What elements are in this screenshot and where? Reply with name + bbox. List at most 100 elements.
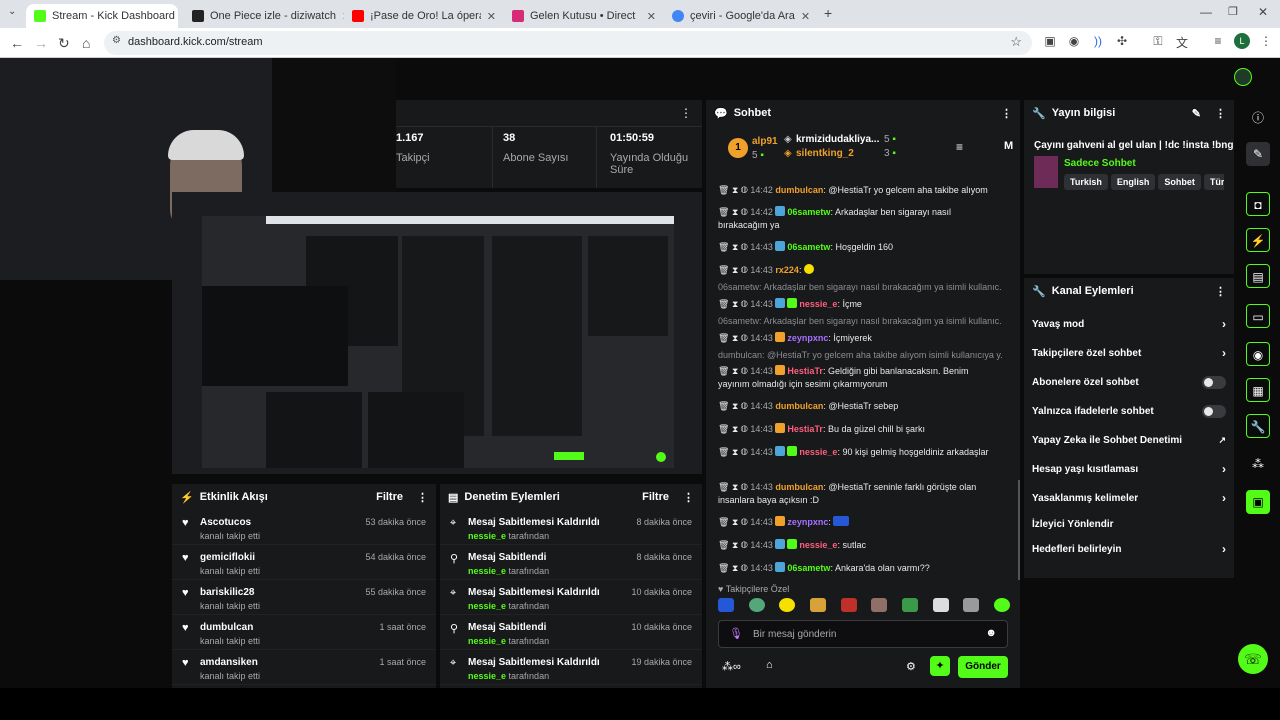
clip-icon[interactable]: ◘ <box>1246 192 1270 216</box>
ban-icon[interactable]: ◍ <box>741 424 748 434</box>
ban-icon[interactable]: ◍ <box>741 242 748 252</box>
action-banned-words[interactable]: Yasaklanmış kelimeler › <box>1032 488 1226 508</box>
maximize-icon[interactable]: ❐ <box>1228 5 1238 18</box>
send-button[interactable]: Gönder <box>958 656 1008 678</box>
emotes-icon[interactable]: ⁂ <box>1246 452 1270 476</box>
tag[interactable]: English <box>1110 174 1156 190</box>
emote[interactable] <box>871 598 888 612</box>
ban-icon[interactable]: ◍ <box>741 447 748 457</box>
delete-icon[interactable]: 🗑 <box>718 424 729 434</box>
emotes-only-toggle[interactable] <box>1202 404 1226 418</box>
moderator-name[interactable]: nessie_e <box>468 601 506 611</box>
delete-icon[interactable]: 🗑 <box>718 540 729 550</box>
back-icon[interactable]: ← <box>10 35 24 51</box>
leader-name[interactable]: silentking_2 <box>796 148 854 159</box>
subscribers-only-toggle[interactable] <box>1202 375 1226 389</box>
emotes-icon[interactable]: ⁂∞ <box>722 660 741 673</box>
new-tab-icon[interactable]: + <box>824 5 832 21</box>
delete-icon[interactable]: 🗑 <box>718 207 729 217</box>
delete-icon[interactable]: 🗑 <box>718 447 729 457</box>
lightning-icon[interactable]: ⚡ <box>1246 228 1270 252</box>
ban-icon[interactable]: ◍ <box>741 540 748 550</box>
settings-gear-icon[interactable]: ⚙ <box>906 660 916 673</box>
ban-icon[interactable]: ◍ <box>741 185 748 195</box>
store-icon[interactable]: ⌂ <box>766 659 773 671</box>
reply-reference[interactable]: dumbulcan: @HestiaTr yo gelcem aha takib… <box>718 350 1002 360</box>
delete-icon[interactable]: 🗑 <box>718 242 729 252</box>
menu-kebab-icon[interactable]: ⋮ <box>1215 107 1226 120</box>
delete-icon[interactable]: 🗑 <box>718 333 729 343</box>
moderator-name[interactable]: nessie_e <box>468 671 506 681</box>
tab-instagram[interactable]: Gelen Kutusu • Direct ✕ <box>504 4 664 28</box>
menu-kebab-icon[interactable]: ⋮ <box>1258 34 1274 50</box>
avatar-icon[interactable]: ▣ <box>1246 490 1270 514</box>
category-name[interactable]: Sadece Sohbet <box>1064 158 1136 169</box>
action-account-age[interactable]: Hesap yaşı kısıtlaması › <box>1032 459 1226 479</box>
translate-icon[interactable]: 文 <box>1174 34 1190 50</box>
microphone-icon[interactable]: 🎙 <box>729 627 743 640</box>
filter-button[interactable]: Filtre <box>376 491 403 503</box>
leader-name[interactable]: krmizidudakliya... <box>796 134 879 145</box>
chat-input[interactable]: 🎙 Bir mesaj gönderin ☻ <box>718 620 1008 648</box>
delete-icon[interactable]: 🗑 <box>718 517 729 527</box>
delete-icon[interactable]: 🗑 <box>718 482 729 492</box>
ban-icon[interactable]: ◍ <box>741 265 748 275</box>
bookmark-star-icon[interactable]: ☆ <box>1010 34 1022 50</box>
ban-icon[interactable]: ◍ <box>741 207 748 217</box>
extension-icon[interactable]: ◉ <box>1066 34 1082 50</box>
emote[interactable] <box>779 598 796 612</box>
ban-icon[interactable]: ◍ <box>741 517 748 527</box>
stream-preview-video[interactable] <box>202 216 674 468</box>
close-icon[interactable]: ✕ <box>795 10 810 23</box>
action-followers-only[interactable]: Takipçilere özel sohbet › <box>1032 343 1226 363</box>
wrench-icon[interactable]: 🔧 <box>1246 414 1270 438</box>
reading-list-icon[interactable]: ≡ <box>1210 34 1226 50</box>
moderator-name[interactable]: nessie_e <box>468 566 506 576</box>
reply-reference[interactable]: 06sametw: Arkadaşlar ben sigarayı nasıl … <box>718 282 1002 292</box>
edit-pencil-icon[interactable]: ✎ <box>1246 142 1270 166</box>
note-icon[interactable]: ▤ <box>1246 264 1270 288</box>
emote[interactable] <box>840 598 857 612</box>
menu-kebab-icon[interactable]: ⋮ <box>417 491 428 504</box>
site-info-icon[interactable]: ⚙ <box>112 35 121 46</box>
leader-name[interactable]: alp91 <box>752 136 778 147</box>
tab-google[interactable]: çeviri - Google'da Ara ✕ <box>664 4 816 28</box>
ban-icon[interactable]: ◍ <box>741 299 748 309</box>
extension-icon[interactable]: )) <box>1090 34 1106 50</box>
extensions-puzzle-icon[interactable]: ✣ <box>1114 34 1130 50</box>
action-slow-mode[interactable]: Yavaş mod › <box>1032 314 1226 334</box>
delete-icon[interactable]: 🗑 <box>718 265 729 275</box>
delete-icon[interactable]: 🗑 <box>718 563 729 573</box>
delete-icon[interactable]: 🗑 <box>718 185 729 195</box>
emote[interactable] <box>809 598 826 612</box>
address-bar[interactable]: ⚙ dashboard.kick.com/stream ☆ <box>104 31 1032 55</box>
delete-icon[interactable]: 🗑 <box>718 299 729 309</box>
tag[interactable]: Türkçe <box>1203 174 1224 190</box>
edit-pencil-icon[interactable]: ✎ <box>1192 107 1201 120</box>
menu-kebab-icon[interactable]: ⋮ <box>1215 285 1226 298</box>
close-icon[interactable]: ✕ <box>481 10 496 23</box>
ban-icon[interactable]: ◍ <box>741 563 748 573</box>
delete-icon[interactable]: 🗑 <box>718 366 729 376</box>
tab-youtube[interactable]: ¡Pase de Oro! La ópera y el roc ✕ <box>344 4 504 28</box>
extension-icon[interactable]: ▣ <box>1042 34 1058 50</box>
tab-list-icon[interactable]: ⌄ <box>8 6 16 17</box>
tag[interactable]: Sohbet <box>1158 174 1201 190</box>
emote[interactable] <box>901 598 918 612</box>
info-icon[interactable]: ⓘ <box>1246 106 1270 130</box>
layout-icon[interactable]: ▦ <box>1246 378 1270 402</box>
emote[interactable] <box>718 598 734 612</box>
kick-avatar[interactable] <box>1234 68 1252 86</box>
password-key-icon[interactable]: ⚿ <box>1150 34 1166 50</box>
tab-diziwatch[interactable]: One Piece izle - diziwatch ✕ <box>184 4 344 28</box>
reply-reference[interactable]: 06sametw: Arkadaşlar ben sigarayı nasıl … <box>718 316 1002 326</box>
menu-kebab-icon[interactable]: ⋮ <box>680 106 692 120</box>
minimize-icon[interactable]: — <box>1200 5 1212 19</box>
emote[interactable] <box>963 598 980 612</box>
window-close-icon[interactable]: ✕ <box>1258 5 1268 19</box>
tab-kick-dashboard[interactable]: Stream - Kick Dashboard ✕ <box>26 4 178 28</box>
emote[interactable] <box>748 598 765 612</box>
ban-icon[interactable]: ◍ <box>741 482 748 492</box>
leaderboard-toggle-icon[interactable]: M <box>1004 140 1013 152</box>
forward-icon[interactable]: → <box>34 35 48 51</box>
